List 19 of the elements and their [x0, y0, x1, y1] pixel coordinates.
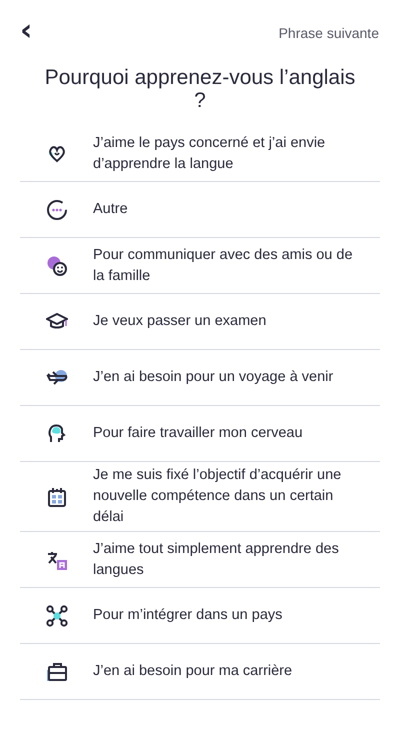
reason-option[interactable]: Autre: [20, 182, 380, 238]
reason-option[interactable]: Pour communiquer avec des amis ou de la famille: [20, 238, 380, 294]
reason-option[interactable]: J’aime tout simplement apprendre des langues: [20, 532, 380, 588]
calendar-icon: [46, 486, 68, 508]
more-icon: [46, 198, 68, 220]
reason-option[interactable]: J’en ai besoin pour ma carrière: [20, 644, 380, 700]
head-icon: [46, 422, 68, 444]
network-icon: [46, 604, 68, 626]
reason-option[interactable]: Je veux passer un examen: [20, 294, 380, 350]
reason-option[interactable]: Pour m’intégrer dans un pays: [20, 588, 380, 644]
question-title: Pourquoi apprenez-vous l’anglais ?: [44, 66, 356, 112]
briefcase-icon: [46, 660, 68, 682]
reason-option[interactable]: Je me suis fixé l’objectif d’acquérir une nouvelle compétence dans un certain délai: [20, 462, 380, 532]
smiley-faces-icon: [46, 254, 68, 276]
reason-option[interactable]: Pour faire travailler mon cerveau: [20, 406, 380, 462]
reason-option[interactable]: J’en ai besoin pour un voyage à venir: [20, 350, 380, 406]
reason-option[interactable]: J’aime le pays concerné et j’ai envie d’apprendre la langue: [20, 126, 380, 182]
back-button[interactable]: ‹: [20, 16, 32, 50]
next-phrase-link[interactable]: Phrase suivante: [278, 25, 379, 41]
